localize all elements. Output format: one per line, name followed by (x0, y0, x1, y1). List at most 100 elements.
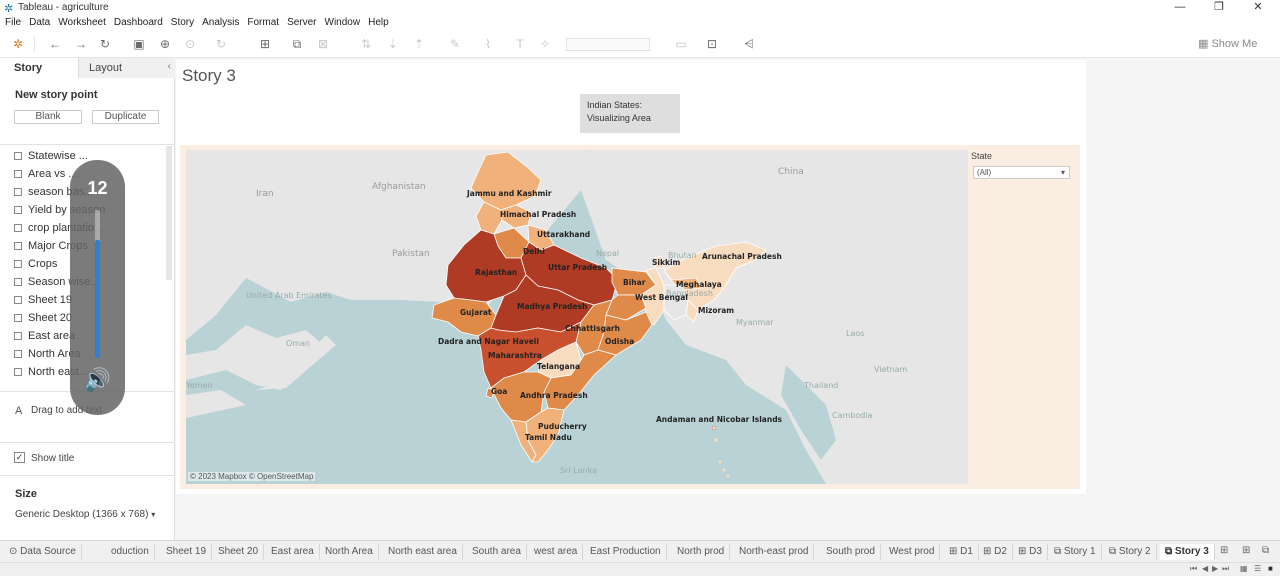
menu-server[interactable]: Server (287, 16, 316, 28)
tab-nav-last-icon[interactable]: ⏭ (1222, 564, 1229, 574)
redo-icon[interactable]: → (73, 37, 89, 51)
list-view-icon[interactable]: ☰ (1254, 564, 1261, 573)
sheet-tab[interactable]: North Area (320, 544, 379, 560)
label-puducherry: Puducherry (538, 422, 587, 431)
state-filter-dropdown[interactable]: (All) ▾ (973, 166, 1070, 179)
new-data-source-icon[interactable]: ⊕ (157, 37, 173, 51)
sheet-tab[interactable]: South area (467, 544, 527, 560)
new-worksheet-tab-icon[interactable]: ⊞ (1220, 545, 1228, 556)
label-pakistan: Pakistan (392, 249, 430, 259)
menu-help[interactable]: Help (368, 16, 389, 28)
duplicate-button[interactable]: Duplicate (92, 110, 159, 124)
chevron-down-icon: ▾ (1060, 168, 1065, 177)
restore-button[interactable]: ❐ (1201, 0, 1237, 16)
sheet-list-item[interactable]: Sheet 19 (14, 294, 72, 310)
sheet-tab[interactable]: ⧉ Story 1 (1049, 544, 1102, 560)
sort-ascending-icon[interactable]: ⇣ (385, 37, 401, 51)
labels-icon[interactable]: T (512, 37, 528, 51)
menu-format[interactable]: Format (247, 16, 279, 28)
show-me-button[interactable]: ▦ Show Me (1198, 37, 1257, 50)
speaker-icon[interactable]: 🔊 (70, 367, 125, 393)
minimize-button[interactable]: — (1162, 0, 1198, 16)
group-icon[interactable]: ⌇ (480, 37, 496, 51)
sheet-tab[interactable]: ⧉ Story 2 (1104, 544, 1157, 560)
sheet-list-item[interactable]: Sheet 20 (14, 312, 72, 328)
menu-story[interactable]: Story (171, 16, 194, 28)
sort-descending-icon[interactable]: ⇡ (411, 37, 427, 51)
show-title-checkbox[interactable]: ✓ (14, 452, 25, 463)
label-rajasthan: Rajasthan (475, 268, 517, 277)
presentation-mode-icon[interactable]: ⊡ (704, 37, 720, 51)
volume-overlay: 12 🔊 (70, 160, 125, 415)
sheet-icon (14, 314, 22, 322)
label-madhya-pradesh: Madhya Pradesh (517, 302, 587, 311)
menu-analysis[interactable]: Analysis (202, 16, 239, 28)
menu-dashboard[interactable]: Dashboard (114, 16, 163, 28)
pause-updates-icon[interactable]: ⊙ (182, 37, 198, 51)
label-cambodia: Cambodia (832, 411, 873, 420)
menu-bar: File Data Worksheet Dashboard Story Analysis F… (0, 16, 1280, 31)
highlight-icon[interactable]: ✎ (447, 37, 463, 51)
tab-story[interactable]: Story (14, 62, 42, 74)
sheet-tab[interactable]: South prod (821, 544, 881, 560)
sheet-icon (14, 152, 22, 160)
sheet-tab[interactable]: North-east prod (734, 544, 815, 560)
sheet-tab[interactable]: Sheet 19 (161, 544, 213, 560)
sheet-tab[interactable]: West prod (884, 544, 941, 560)
menu-data[interactable]: Data (29, 16, 50, 28)
sheet-tab[interactable]: west area (529, 544, 584, 560)
sheet-list-scrollbar[interactable] (166, 146, 172, 280)
label-uttarakhand: Uttarakhand (537, 230, 590, 239)
sheet-tab[interactable]: North east area (383, 544, 463, 560)
sheet-list-item[interactable]: East area (14, 330, 75, 346)
share-icon[interactable]: ⩤ (741, 37, 757, 51)
sheet-list-item[interactable]: Crops (14, 258, 57, 274)
volume-fill (95, 240, 100, 358)
island-nicobar-1 (718, 460, 722, 464)
sheet-tab[interactable]: ⊙ Data Source (4, 544, 82, 560)
size-dropdown[interactable]: Generic Desktop (1366 x 768) ▾ (15, 509, 155, 520)
sheet-tab[interactable]: ⊞ D2 (978, 544, 1013, 560)
sheet-tab[interactable]: ⊞ D1 (944, 544, 979, 560)
clear-sheet-icon[interactable]: ⊠ (315, 37, 331, 51)
sheet-tab[interactable]: ⊞ D3 (1013, 544, 1048, 560)
tab-layout[interactable]: Layout ‹ (78, 58, 175, 78)
sheet-list-item[interactable]: Statewise ... (14, 150, 88, 166)
sheet-tab[interactable]: East Production (585, 544, 667, 560)
menu-window[interactable]: Window (325, 16, 361, 28)
undo-icon[interactable]: ← (47, 37, 63, 51)
filmstrip-view-icon[interactable]: ■ (1268, 564, 1273, 573)
save-icon[interactable]: ▣ (131, 37, 147, 51)
duplicate-sheet-icon[interactable]: ⧉ (289, 37, 305, 51)
new-story-tab-icon[interactable]: ⧉ (1262, 545, 1269, 556)
tab-nav-first-icon[interactable]: ⏮ (1190, 564, 1197, 574)
sheet-tab[interactable]: East area (266, 544, 320, 560)
tab-nav-prev-icon[interactable]: ◀ (1202, 564, 1208, 573)
tab-nav-next-icon[interactable]: ▶ (1212, 564, 1218, 573)
story-point-caption[interactable]: Indian States: Visualizing Area (580, 94, 680, 133)
india-area-map[interactable]: Afghanistan Iran China Pakistan Nepal Bh… (186, 150, 968, 484)
new-worksheet-icon[interactable]: ⊞ (257, 37, 273, 51)
sheet-list-item[interactable]: Area vs ... (14, 168, 78, 184)
swap-icon[interactable]: ⇅ (358, 37, 374, 51)
map-attribution[interactable]: © 2023 Mapbox © OpenStreetMap (188, 472, 316, 481)
sheet-tab[interactable]: ⧉ Story 3 (1160, 544, 1215, 560)
fit-dropdown[interactable] (566, 38, 650, 51)
new-dashboard-tab-icon[interactable]: ⊞ (1242, 545, 1250, 556)
card-visibility-icon[interactable]: ▭ (673, 37, 689, 51)
tableau-home-icon[interactable]: ✲ (10, 37, 26, 51)
close-button[interactable]: ✕ (1240, 0, 1276, 16)
menu-worksheet[interactable]: Worksheet (58, 16, 106, 28)
sheet-tab[interactable]: oduction (106, 544, 155, 560)
replay-icon[interactable]: ↻ (97, 37, 113, 51)
collapse-icon[interactable]: ‹ (168, 61, 171, 72)
sheet-tabs-bar: ⊙ Data Source oduction Sheet 19 Sheet 20 Eas… (0, 540, 1280, 562)
sheet-tab[interactable]: Sheet 20 (213, 544, 265, 560)
menu-file[interactable]: File (5, 16, 21, 28)
pin-icon[interactable]: ✧ (537, 37, 553, 51)
label-maharashtra: Maharashtra (488, 351, 542, 360)
blank-button[interactable]: Blank (14, 110, 82, 124)
grid-view-icon[interactable]: ▦ (1240, 564, 1248, 573)
sheet-tab[interactable]: North prod (672, 544, 731, 560)
refresh-icon[interactable]: ↻ (213, 37, 229, 51)
